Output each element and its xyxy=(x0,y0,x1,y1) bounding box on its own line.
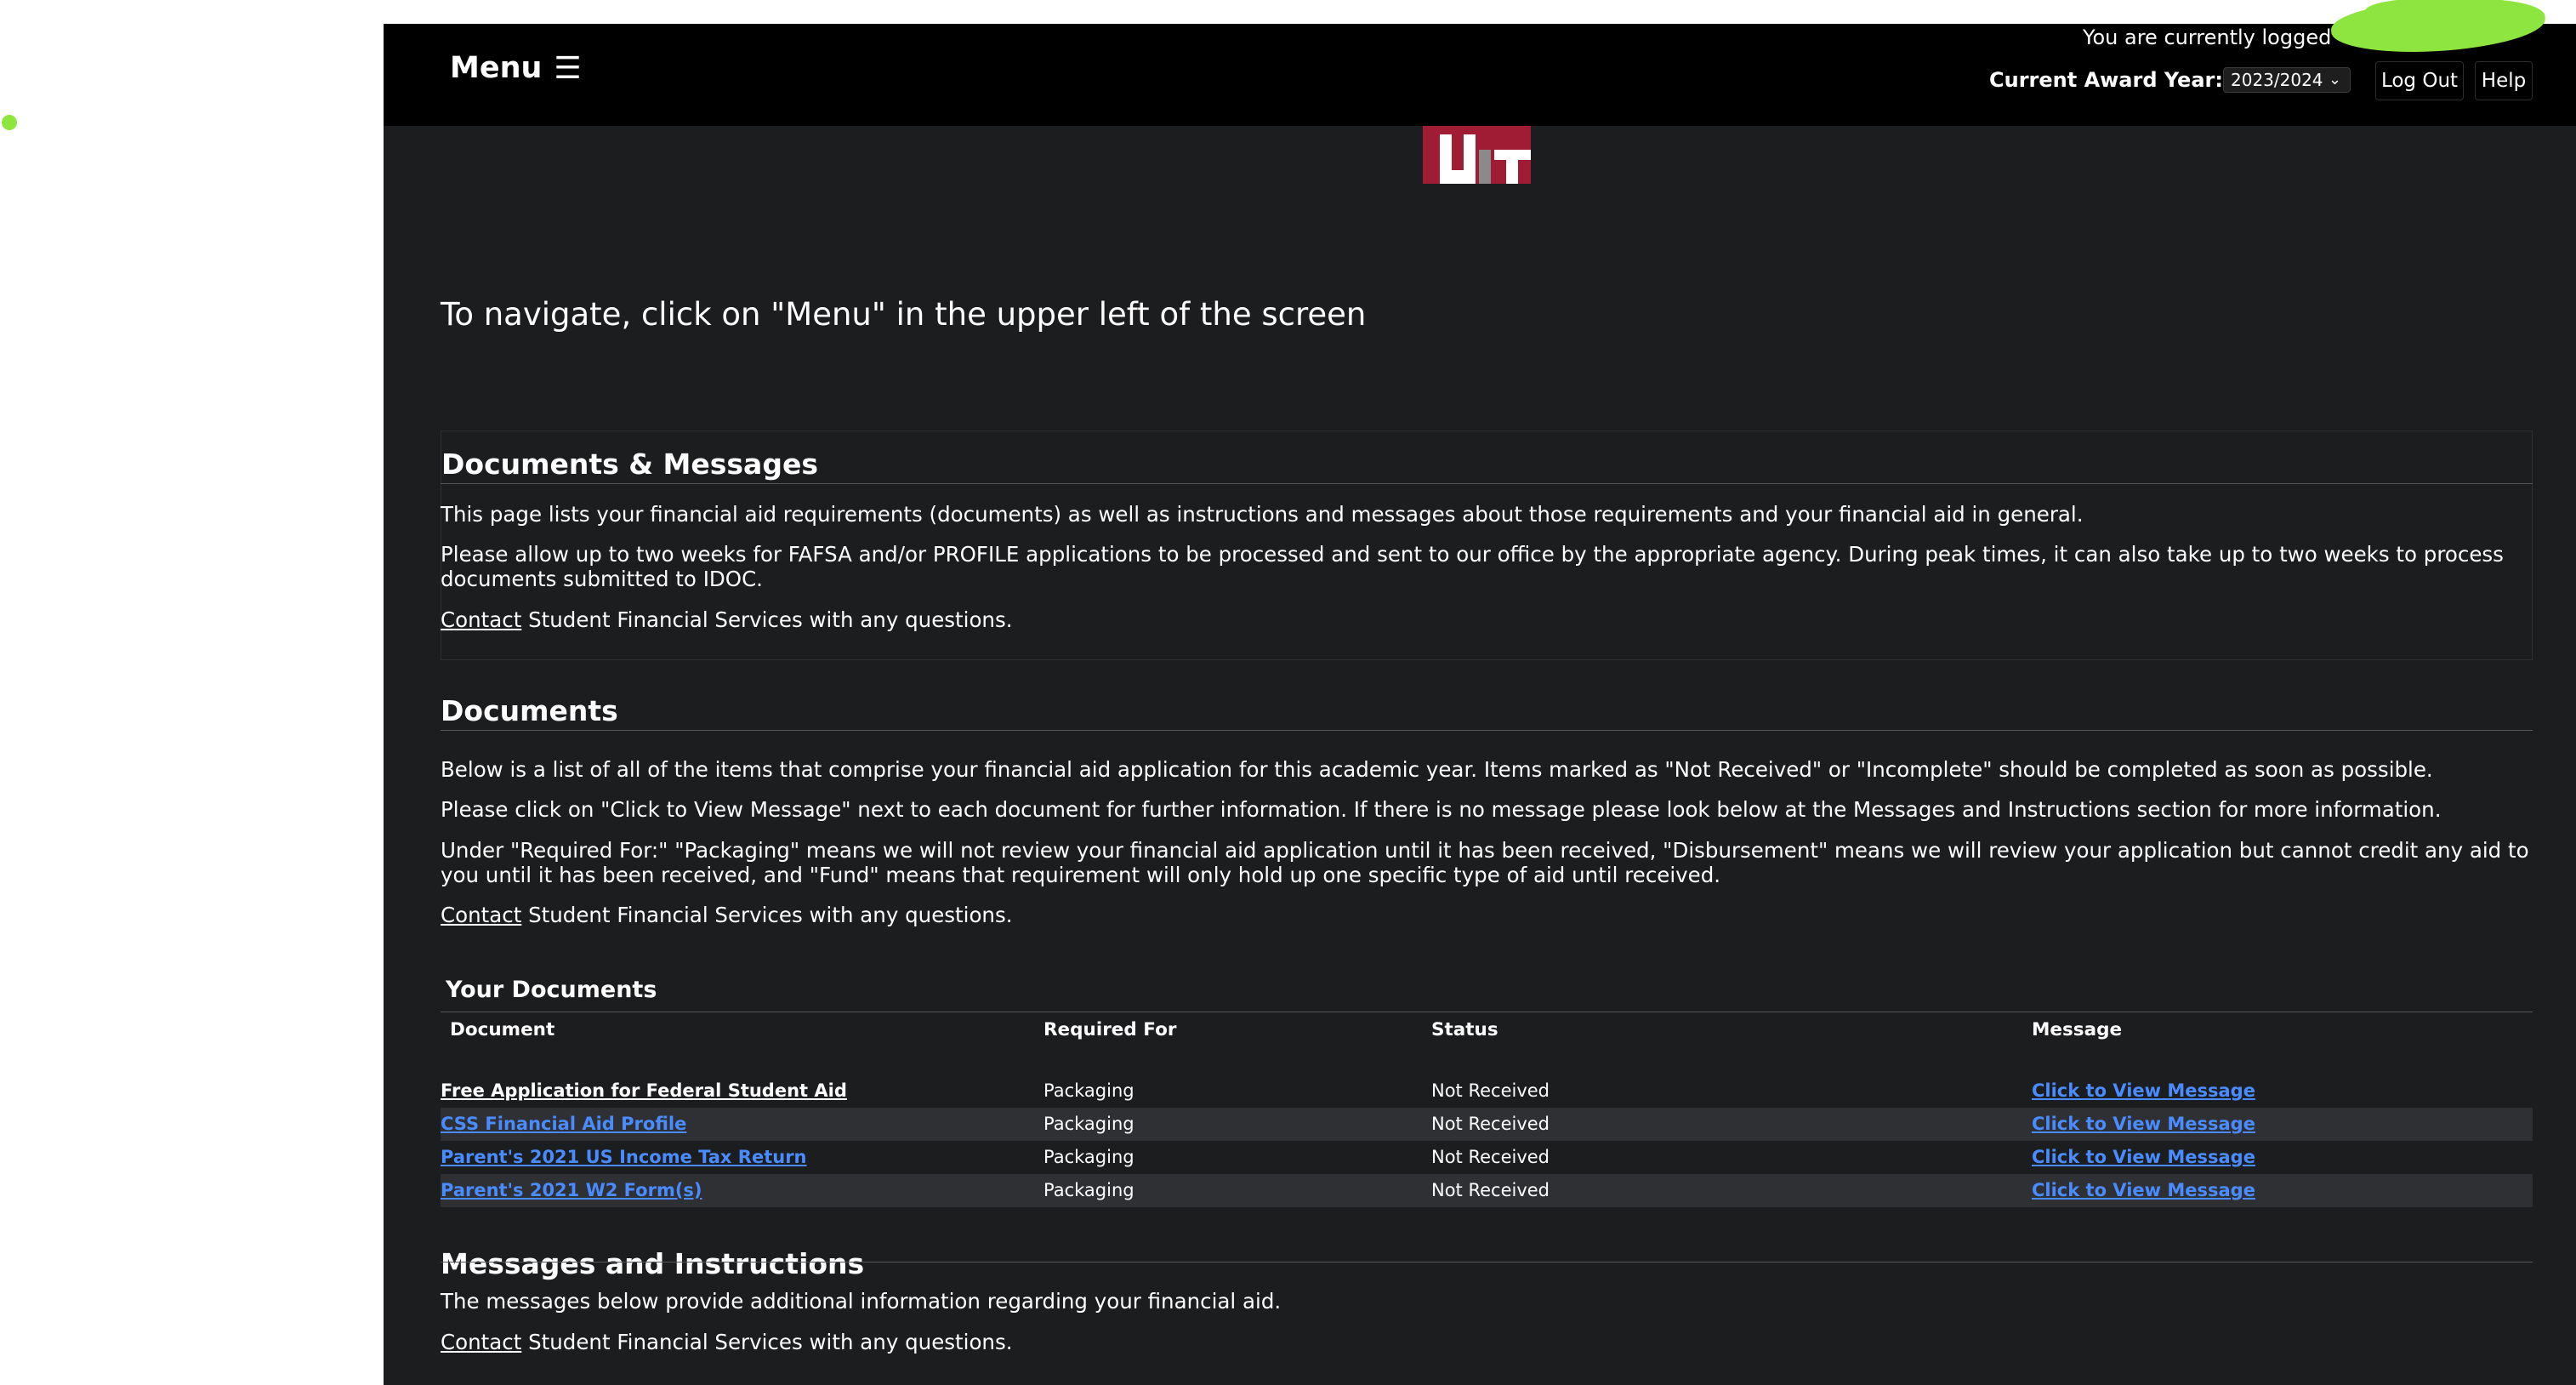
column-header-document: Document xyxy=(450,1019,555,1040)
hamburger-icon: ☰ xyxy=(554,50,582,86)
menu-button[interactable]: Menu ☰ xyxy=(450,44,582,92)
top-bar: Menu ☰ You are currently logged Current … xyxy=(384,0,2576,126)
view-message-link[interactable]: Click to View Message xyxy=(2032,1180,2255,1200)
chevron-down-icon: ⌄ xyxy=(2328,71,2341,88)
your-documents-heading: Your Documents xyxy=(446,977,657,1003)
table-row: Parent's 2021 W2 Form(s) Packaging Not R… xyxy=(441,1174,2533,1207)
view-message-link[interactable]: Click to View Message xyxy=(2032,1114,2255,1134)
documents-messages-heading: Documents & Messages xyxy=(441,447,818,481)
table-row: CSS Financial Aid Profile Packaging Not … xyxy=(441,1108,2533,1141)
processing-paragraph: Please allow up to two weeks for FAFSA a… xyxy=(441,542,2504,591)
logged-in-status: You are currently logged xyxy=(2083,26,2332,49)
logout-label: Log Out xyxy=(2380,70,2459,92)
contact-line: Contact Student Financial Services with … xyxy=(441,1330,2533,1354)
menu-label: Menu xyxy=(450,51,543,85)
document-link[interactable]: Free Application for Federal Student Aid xyxy=(441,1080,847,1101)
contact-line: Contact Student Financial Services with … xyxy=(441,903,2533,927)
documents-heading: Documents xyxy=(441,694,618,727)
contact-link[interactable]: Contact xyxy=(441,1330,521,1354)
status-cell: Not Received xyxy=(1431,1114,1550,1134)
documents-paragraph-1: Below is a list of all of the items that… xyxy=(441,757,2433,782)
required-for-cell: Packaging xyxy=(1043,1080,1134,1101)
university-logo xyxy=(1423,126,1531,184)
app-window: Menu ☰ You are currently logged Current … xyxy=(384,0,2576,1385)
contact-text: Student Financial Services with any ques… xyxy=(521,607,1013,632)
contact-link[interactable]: Contact xyxy=(441,903,521,927)
view-message-link[interactable]: Click to View Message xyxy=(2032,1147,2255,1167)
annotation-dot xyxy=(2,115,17,130)
documents-paragraph-2: Please click on "Click to View Message" … xyxy=(441,797,2442,822)
table-row: Free Application for Federal Student Aid… xyxy=(441,1074,2533,1108)
contact-text: Student Financial Services with any ques… xyxy=(521,1330,1013,1354)
documents-paragraph-3: Under "Required For:" "Packaging" means … xyxy=(441,838,2529,887)
help-button[interactable]: Help xyxy=(2475,61,2533,100)
contact-line: Contact Student Financial Services with … xyxy=(441,607,2533,632)
document-link[interactable]: Parent's 2021 W2 Form(s) xyxy=(441,1180,702,1200)
award-year-value: 2023/2024 xyxy=(2231,70,2323,90)
award-year-label: Current Award Year: xyxy=(1989,68,2223,92)
logout-button[interactable]: Log Out xyxy=(2375,61,2464,100)
status-cell: Not Received xyxy=(1431,1080,1550,1101)
navigation-hint: To navigate, click on "Menu" in the uppe… xyxy=(441,296,1367,333)
required-for-cell: Packaging xyxy=(1043,1147,1134,1167)
status-cell: Not Received xyxy=(1431,1147,1550,1167)
award-year-select[interactable]: 2023/2024 ⌄ xyxy=(2223,67,2351,93)
contact-text: Student Financial Services with any ques… xyxy=(521,903,1013,927)
intro-paragraph: This page lists your financial aid requi… xyxy=(441,502,2084,527)
required-for-cell: Packaging xyxy=(1043,1114,1134,1134)
messages-paragraph: The messages below provide additional in… xyxy=(441,1289,1282,1314)
document-link[interactable]: CSS Financial Aid Profile xyxy=(441,1114,686,1134)
column-header-status: Status xyxy=(1431,1019,1498,1040)
document-link[interactable]: Parent's 2021 US Income Tax Return xyxy=(441,1147,807,1167)
column-header-required-for: Required For xyxy=(1043,1019,1177,1040)
table-row: Parent's 2021 US Income Tax Return Packa… xyxy=(441,1141,2533,1174)
view-message-link[interactable]: Click to View Message xyxy=(2032,1080,2255,1101)
divider xyxy=(441,483,2533,484)
divider xyxy=(441,730,2533,731)
column-header-message: Message xyxy=(2032,1019,2123,1040)
messages-heading: Messages and Instructions xyxy=(441,1247,865,1280)
status-cell: Not Received xyxy=(1431,1180,1550,1200)
help-label: Help xyxy=(2481,70,2527,92)
required-for-cell: Packaging xyxy=(1043,1180,1134,1200)
contact-link[interactable]: Contact xyxy=(441,607,521,632)
